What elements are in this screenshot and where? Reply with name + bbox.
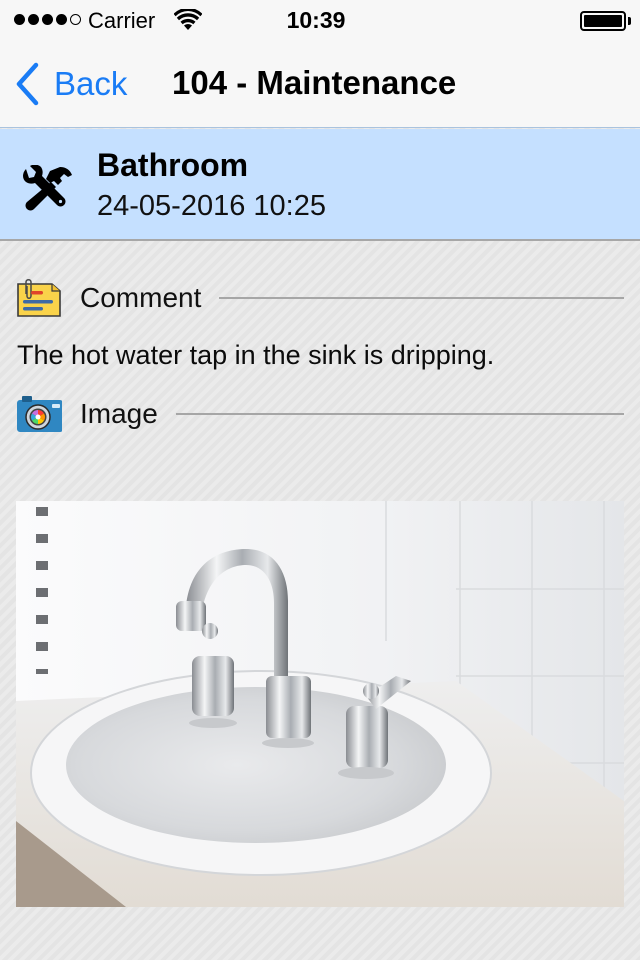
clock: 10:39 (286, 7, 346, 33)
battery-tip (628, 17, 631, 25)
camera-icon (17, 396, 62, 432)
back-button[interactable]: Back (14, 62, 127, 106)
battery-icon (580, 11, 626, 31)
divider (219, 297, 624, 299)
image-section-header: Image (16, 392, 624, 436)
task-header: Bathroom 24-05-2016 10:25 (0, 129, 640, 241)
back-label: Back (54, 65, 128, 102)
page-title: 104 - Maintenance (172, 64, 457, 101)
note-icon (17, 279, 61, 317)
divider (175, 413, 624, 415)
timestamp: 24-05-2016 10:25 (97, 190, 326, 222)
nav-bar: Back 104 - Maintenance (0, 40, 640, 128)
tools-icon (23, 165, 72, 211)
image-label: Image (80, 398, 158, 429)
comment-text: The hot water tap in the sink is drippin… (17, 340, 495, 370)
comment-section-header: Comment (16, 276, 624, 320)
chevron-left-icon (16, 62, 39, 106)
sink-photo (16, 501, 624, 907)
navigation-bar: Carrier 10:39 Back 104 - Maintenance (0, 0, 640, 128)
comment-label: Comment (80, 282, 202, 313)
category-title: Bathroom (97, 147, 249, 183)
status-bar: Carrier 10:39 (0, 0, 640, 40)
attached-photo[interactable] (16, 501, 624, 907)
